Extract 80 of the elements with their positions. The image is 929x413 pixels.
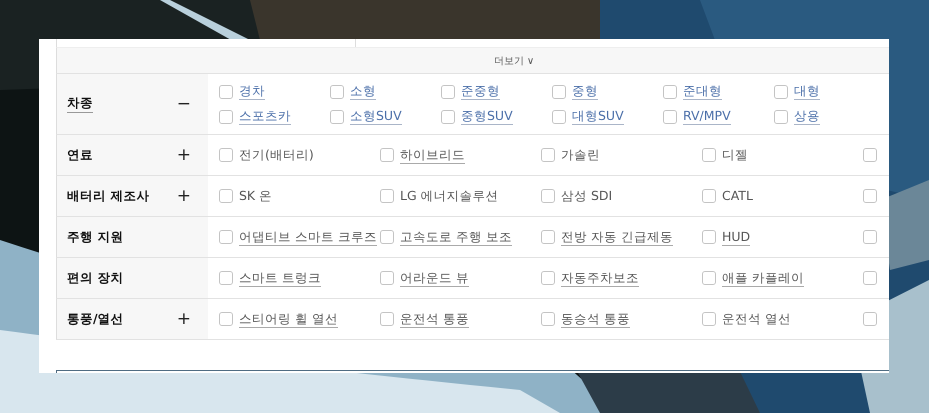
checkbox[interactable] <box>552 110 566 124</box>
checkbox[interactable] <box>702 230 716 244</box>
checkbox[interactable] <box>541 230 555 244</box>
option-label[interactable]: 중형SUV <box>461 108 513 125</box>
checkbox[interactable] <box>219 84 233 98</box>
option-label[interactable]: 운전석 열선 <box>722 311 791 327</box>
option-label[interactable]: 소형 <box>350 83 376 100</box>
option-label[interactable]: 어라운드 뷰 <box>400 270 469 286</box>
checkbox[interactable] <box>702 148 716 162</box>
option-label[interactable]: 준대형 <box>683 83 722 100</box>
toggle-button[interactable]: + <box>172 188 195 204</box>
checkbox[interactable] <box>702 189 716 203</box>
checkbox[interactable] <box>330 110 344 124</box>
option-label[interactable]: 운전석 통풍 <box>400 310 469 328</box>
option-label[interactable]: 고속도로 주행 보조 <box>400 228 512 246</box>
option-label[interactable]: 동승석 통풍 <box>561 310 630 328</box>
option-label[interactable]: 스티어링 휠 열선 <box>239 310 338 328</box>
checkbox[interactable] <box>702 312 716 326</box>
option-label[interactable]: 자동주차보조 <box>561 270 639 286</box>
checkbox[interactable] <box>702 271 716 285</box>
toggle-button[interactable]: − <box>172 96 195 112</box>
option-label[interactable]: 상용 <box>794 108 820 125</box>
option-label[interactable]: 가솔린 <box>561 147 600 163</box>
option-label[interactable]: 전방 자동 긴급제동 <box>561 228 673 246</box>
option-label[interactable]: 애플 카플레이 <box>722 270 804 286</box>
option-label[interactable]: 대형SUV <box>572 108 624 125</box>
checkbox[interactable] <box>541 271 555 285</box>
checkbox[interactable] <box>219 312 233 326</box>
option-label[interactable]: LG 에너지솔루션 <box>400 188 499 204</box>
checkbox[interactable] <box>663 110 677 124</box>
option-label[interactable]: 소형SUV <box>350 108 402 125</box>
toggle-button[interactable]: + <box>172 310 195 328</box>
filter-label: 연료 <box>67 146 93 164</box>
checkbox[interactable] <box>219 110 233 124</box>
option-label[interactable]: 중형 <box>572 83 598 100</box>
checkbox[interactable] <box>774 110 788 124</box>
option-label[interactable]: 삼성 SDI <box>561 188 612 204</box>
option-label[interactable]: 스포츠카 <box>239 108 291 125</box>
checkbox[interactable] <box>863 189 877 203</box>
checkbox[interactable] <box>541 148 555 162</box>
filter-label: 주행 지원 <box>67 228 124 246</box>
checkbox[interactable] <box>219 230 233 244</box>
filter-label: 편의 장치 <box>67 270 124 286</box>
checkbox[interactable] <box>380 312 394 326</box>
checkbox[interactable] <box>380 230 394 244</box>
checkbox[interactable] <box>219 271 233 285</box>
checkbox[interactable] <box>774 84 788 98</box>
option-label[interactable]: HUD <box>722 228 750 246</box>
checkbox[interactable] <box>863 271 877 285</box>
option-label[interactable]: 디젤 <box>722 147 748 163</box>
option-label[interactable]: 경차 <box>239 83 265 100</box>
checkbox[interactable] <box>380 189 394 203</box>
checkbox[interactable] <box>863 230 877 244</box>
more-button[interactable]: 더보기 ∨ <box>490 52 538 70</box>
option-label[interactable]: RV/MPV <box>683 108 731 125</box>
option-label[interactable]: CATL <box>722 188 753 204</box>
option-label[interactable]: SK 온 <box>239 188 272 204</box>
checkbox[interactable] <box>663 84 677 98</box>
checkbox[interactable] <box>541 312 555 326</box>
checkbox[interactable] <box>380 271 394 285</box>
checkbox[interactable] <box>863 148 877 162</box>
filter-label: 통풍/열선 <box>67 310 124 328</box>
toggle-button[interactable]: + <box>172 146 195 164</box>
option-label[interactable]: 전기(배터리) <box>239 147 314 163</box>
filter-label: 차종 <box>67 95 93 113</box>
option-label[interactable]: 대형 <box>794 83 820 100</box>
option-label[interactable]: 스마트 트렁크 <box>239 270 321 286</box>
checkbox[interactable] <box>330 84 344 98</box>
checkbox[interactable] <box>219 148 233 162</box>
checkbox[interactable] <box>441 110 455 124</box>
filter-label: 배터리 제조사 <box>67 188 150 204</box>
checkbox[interactable] <box>380 148 394 162</box>
checkbox[interactable] <box>441 84 455 98</box>
option-label[interactable]: 준중형 <box>461 83 500 100</box>
checkbox[interactable] <box>863 312 877 326</box>
option-label[interactable]: 하이브리드 <box>400 146 465 164</box>
checkbox[interactable] <box>219 189 233 203</box>
option-label[interactable]: 어댑티브 스마트 크루즈 <box>239 228 377 246</box>
checkbox[interactable] <box>552 84 566 98</box>
checkbox[interactable] <box>541 189 555 203</box>
